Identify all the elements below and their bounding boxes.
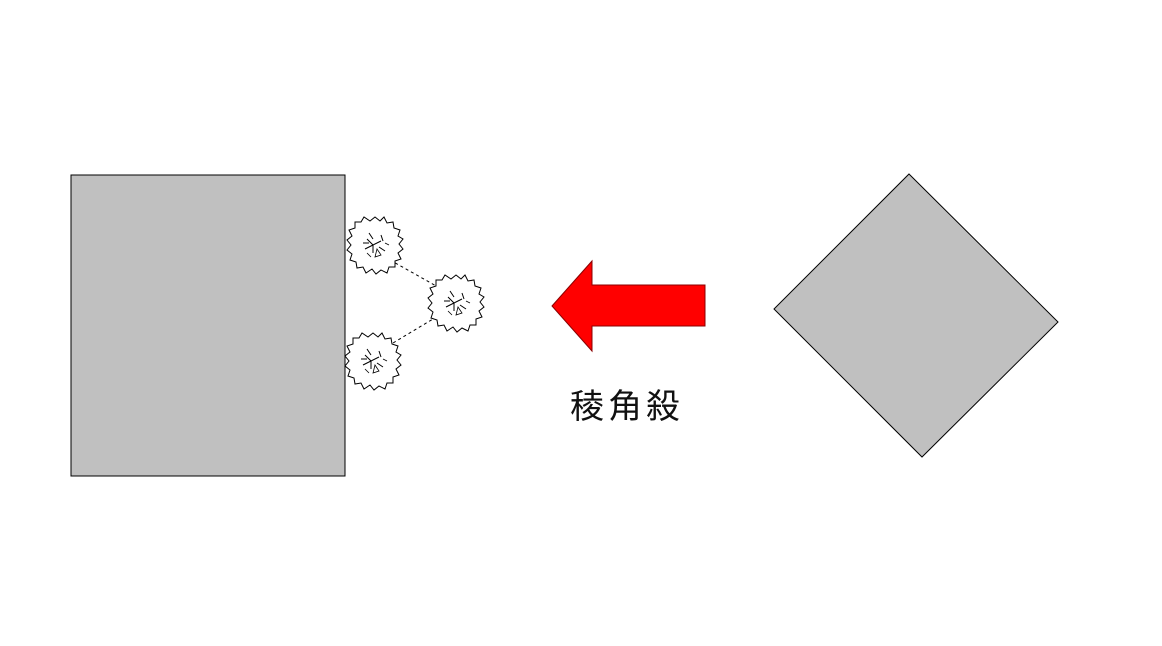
diagram-canvas: 稜角殺: [0, 0, 1162, 646]
square-building: [70, 174, 346, 477]
caption-text: 稜角殺: [570, 387, 684, 427]
